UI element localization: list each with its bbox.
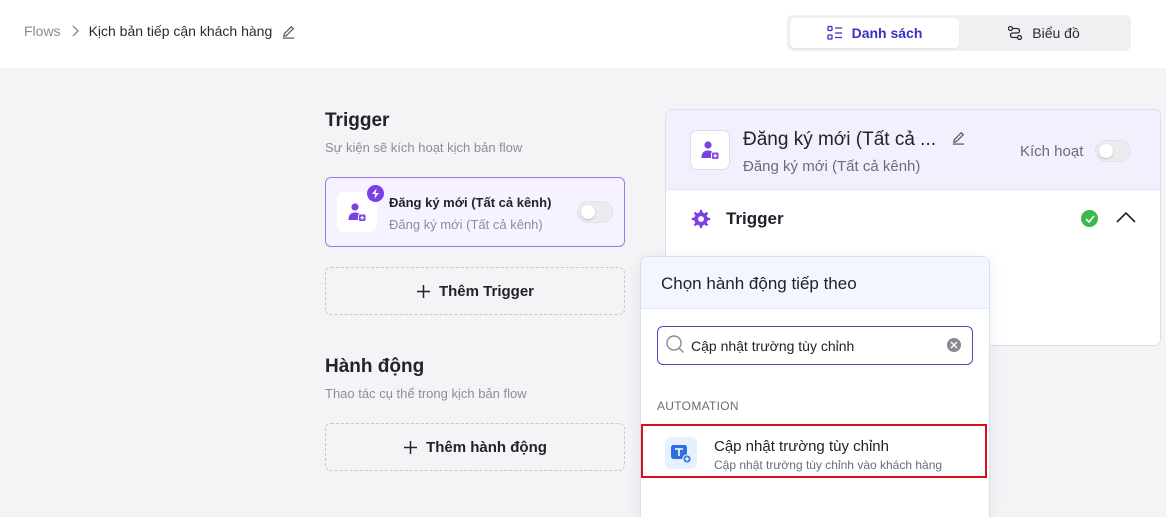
action-option-title: Cập nhật trường tùy chỉnh — [714, 438, 889, 455]
text-field-icon — [665, 437, 697, 469]
add-action-label: Thêm hành động — [426, 438, 547, 456]
trigger-card-title: Đăng ký mới (Tất cả kênh) — [389, 195, 552, 210]
diagram-view-button[interactable]: Biểu đồ — [959, 18, 1128, 48]
activate-label: Kích hoạt — [1020, 143, 1084, 160]
flow-name: Kịch bản tiếp cận khách hàng — [88, 23, 273, 39]
diagram-view-label: Biểu đồ — [1032, 25, 1080, 41]
pencil-icon[interactable] — [281, 24, 296, 39]
toggle-knob — [581, 205, 595, 219]
check-icon — [1081, 210, 1098, 227]
chevron-right-icon — [71, 25, 79, 37]
trigger-accordion-header[interactable]: Trigger — [690, 208, 784, 230]
toggle-knob — [1099, 144, 1113, 158]
trigger-card[interactable]: Đăng ký mới (Tất cả kênh) Đăng ký mới (T… — [325, 177, 625, 247]
action-picker-popup: Chọn hành động tiếp theo Cập nhật trường… — [640, 256, 990, 517]
detail-panel-header: Đăng ký mới (Tất cả ... Đăng ký mới (Tất… — [666, 110, 1160, 190]
plus-icon — [416, 284, 431, 299]
action-option-update-custom-field[interactable]: Cập nhật trường tùy chỉnh Cập nhật trườn… — [641, 424, 987, 478]
trigger-section-title: Trigger — [325, 110, 390, 131]
activate-toggle[interactable] — [1095, 140, 1131, 162]
action-section-subtitle: Thao tác cụ thể trong kịch bản flow — [325, 386, 527, 401]
trigger-card-subtitle: Đăng ký mới (Tất cả kênh) — [389, 217, 543, 232]
breadcrumb: Flows Kịch bản tiếp cận khách hàng — [24, 23, 296, 39]
pencil-icon[interactable] — [951, 130, 966, 145]
list-view-button[interactable]: Danh sách — [790, 18, 959, 48]
action-option-subtitle: Cập nhật trường tùy chỉnh vào khách hàng — [714, 458, 943, 472]
bolt-icon — [367, 185, 384, 202]
action-search-value: Cập nhật trường tùy chỉnh — [691, 338, 855, 354]
trigger-section-subtitle: Sự kiện sẽ kích hoạt kịch bản flow — [325, 140, 523, 155]
flow-diagram-icon — [1007, 25, 1023, 41]
action-picker-header: Chọn hành động tiếp theo — [641, 257, 989, 309]
add-action-button[interactable]: Thêm hành động — [325, 423, 625, 471]
action-section-title: Hành động — [325, 356, 425, 377]
add-trigger-label: Thêm Trigger — [438, 282, 535, 300]
gear-icon — [690, 208, 712, 230]
top-bar: Flows Kịch bản tiếp cận khách hàng Danh … — [0, 0, 1166, 68]
view-toggle: Danh sách Biểu đồ — [787, 15, 1131, 51]
user-add-icon — [690, 130, 730, 170]
list-icon — [826, 25, 843, 41]
detail-panel-subtitle: Đăng ký mới (Tất cả kênh) — [743, 158, 921, 175]
list-view-label: Danh sách — [851, 25, 923, 41]
plus-icon — [403, 440, 418, 455]
add-trigger-button[interactable]: Thêm Trigger — [325, 267, 625, 315]
trigger-enable-toggle[interactable] — [577, 201, 613, 223]
action-search-input[interactable]: Cập nhật trường tùy chỉnh — [657, 326, 973, 365]
action-group-label: AUTOMATION — [657, 399, 739, 413]
trigger-accordion-label: Trigger — [726, 209, 784, 228]
breadcrumb-flows-link[interactable]: Flows — [24, 23, 61, 39]
clear-icon[interactable] — [947, 338, 961, 352]
search-icon — [665, 334, 685, 354]
action-picker-title: Chọn hành động tiếp theo — [661, 274, 857, 293]
chevron-up-icon[interactable] — [1116, 211, 1136, 223]
detail-panel-title: Đăng ký mới (Tất cả ... — [743, 129, 937, 150]
